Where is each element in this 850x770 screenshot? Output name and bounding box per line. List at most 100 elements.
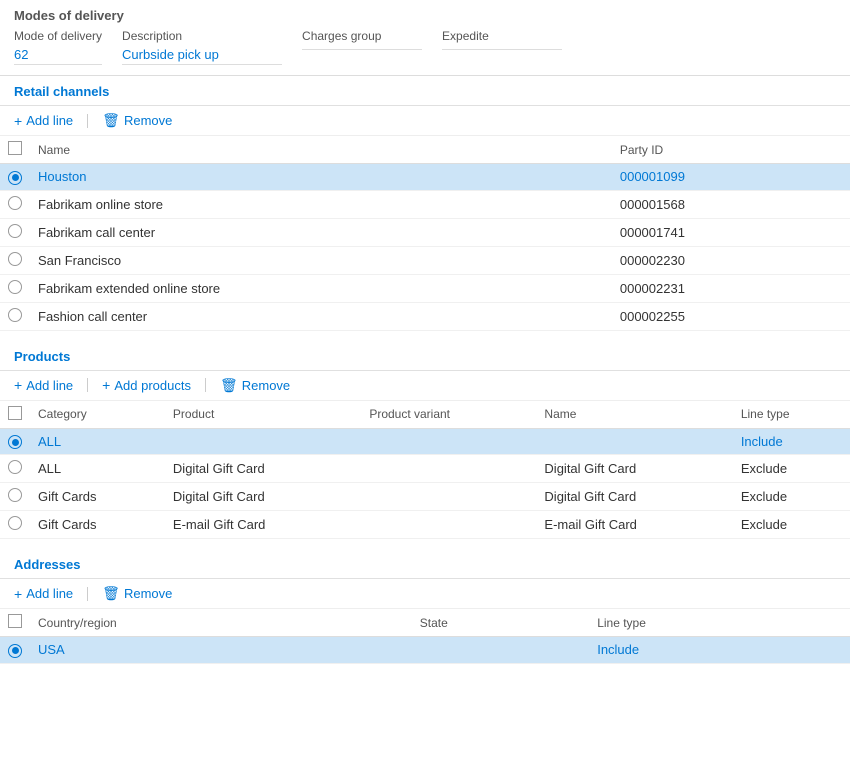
- row-name: Digital Gift Card: [536, 483, 732, 511]
- row-radio[interactable]: [8, 308, 22, 322]
- row-name: Digital Gift Card: [536, 455, 732, 483]
- row-product: E-mail Gift Card: [165, 511, 361, 539]
- row-linetype: Exclude: [733, 455, 850, 483]
- row-radio-cell: [0, 428, 30, 455]
- retail-channels-remove-button[interactable]: 🗑 Remove: [102, 112, 172, 129]
- row-radio[interactable]: [8, 488, 22, 502]
- row-radio[interactable]: [8, 435, 22, 449]
- table-row[interactable]: Houston 000001099: [0, 164, 850, 191]
- addresses-remove-button[interactable]: 🗑 Remove: [102, 585, 172, 602]
- addresses-add-line-button[interactable]: + Add line: [14, 586, 73, 602]
- products-add-line-button[interactable]: + Add line: [14, 377, 73, 393]
- row-product: Digital Gift Card: [165, 483, 361, 511]
- row-name: Fashion call center: [30, 302, 612, 330]
- products-col-select-header: [0, 401, 30, 429]
- row-variant: [361, 428, 536, 455]
- row-radio-cell: [0, 190, 30, 218]
- products-col-product: Product: [165, 401, 361, 429]
- row-party-id: 000002230: [612, 246, 850, 274]
- table-row[interactable]: Fabrikam online store 000001568: [0, 190, 850, 218]
- select-all-checkbox[interactable]: [8, 141, 22, 155]
- row-radio[interactable]: [8, 252, 22, 266]
- table-row[interactable]: San Francisco 000002230: [0, 246, 850, 274]
- retail-channels-toolbar: + Add line 🗑 Remove: [0, 106, 850, 136]
- retail-channels-add-line-button[interactable]: + Add line: [14, 113, 73, 129]
- row-radio[interactable]: [8, 516, 22, 530]
- modes-of-delivery-fields: Mode of delivery 62 Description Curbside…: [14, 29, 836, 65]
- table-row[interactable]: Fashion call center 000002255: [0, 302, 850, 330]
- table-row[interactable]: Fabrikam extended online store 000002231: [0, 274, 850, 302]
- plus-icon-add-products: +: [102, 377, 110, 393]
- products-col-category: Category: [30, 401, 165, 429]
- remove-label-products: Remove: [242, 378, 290, 393]
- col-name-header: Name: [30, 136, 612, 164]
- addresses-empty-space: [0, 664, 850, 724]
- toolbar-separator: [87, 114, 88, 128]
- row-party-id: 000001741: [612, 218, 850, 246]
- plus-icon-products: +: [14, 377, 22, 393]
- products-remove-button[interactable]: 🗑 Remove: [220, 377, 290, 394]
- description-value[interactable]: Curbside pick up: [122, 45, 282, 65]
- products-section: Products + Add line + Add products 🗑 Rem…: [0, 341, 850, 540]
- addresses-select-all-checkbox[interactable]: [8, 614, 22, 628]
- addresses-col-state: State: [412, 609, 589, 637]
- row-country: USA: [30, 637, 412, 664]
- row-linetype: Include: [589, 637, 850, 664]
- addresses-col-linetype: Line type: [589, 609, 850, 637]
- row-radio-cell: [0, 274, 30, 302]
- row-product: Digital Gift Card: [165, 455, 361, 483]
- charges-group-value[interactable]: [302, 45, 422, 50]
- col-party-id-header: Party ID: [612, 136, 850, 164]
- row-name: E-mail Gift Card: [536, 511, 732, 539]
- modes-of-delivery-section: Modes of delivery Mode of delivery 62 De…: [0, 0, 850, 76]
- add-products-label: Add products: [114, 378, 191, 393]
- row-party-id: 000001568: [612, 190, 850, 218]
- products-col-name: Name: [536, 401, 732, 429]
- add-line-label: Add line: [26, 113, 73, 128]
- row-name: Fabrikam online store: [30, 190, 612, 218]
- row-radio[interactable]: [8, 280, 22, 294]
- row-variant: [361, 511, 536, 539]
- row-state: [412, 637, 589, 664]
- trash-icon: 🗑: [102, 112, 120, 129]
- mode-of-delivery-value[interactable]: 62: [14, 45, 102, 65]
- row-radio[interactable]: [8, 196, 22, 210]
- row-radio-cell: [0, 302, 30, 330]
- products-table: Category Product Product variant Name Li…: [0, 401, 850, 540]
- modes-of-delivery-title: Modes of delivery: [14, 8, 836, 23]
- table-row[interactable]: Fabrikam call center 000001741: [0, 218, 850, 246]
- products-col-linetype: Line type: [733, 401, 850, 429]
- table-row[interactable]: Gift Cards Digital Gift Card Digital Gif…: [0, 483, 850, 511]
- plus-icon-addresses: +: [14, 586, 22, 602]
- add-line-label-addresses: Add line: [26, 586, 73, 601]
- row-category: Gift Cards: [30, 483, 165, 511]
- row-party-id: 000002231: [612, 274, 850, 302]
- charges-group-label: Charges group: [302, 29, 422, 43]
- table-row[interactable]: ALL Digital Gift Card Digital Gift Card …: [0, 455, 850, 483]
- row-radio[interactable]: [8, 224, 22, 238]
- addresses-title: Addresses: [0, 549, 850, 579]
- trash-icon-addresses: 🗑: [102, 585, 120, 602]
- table-row[interactable]: ALL Include: [0, 428, 850, 455]
- row-name: [536, 428, 732, 455]
- row-variant: [361, 483, 536, 511]
- row-radio-cell: [0, 511, 30, 539]
- row-radio-cell: [0, 637, 30, 664]
- row-category: Gift Cards: [30, 511, 165, 539]
- row-radio-cell: [0, 483, 30, 511]
- row-radio[interactable]: [8, 171, 22, 185]
- row-name: Fabrikam call center: [30, 218, 612, 246]
- addresses-table: Country/region State Line type USA Inclu…: [0, 609, 850, 664]
- row-radio-cell: [0, 246, 30, 274]
- table-row[interactable]: USA Include: [0, 637, 850, 664]
- expedite-value[interactable]: [442, 45, 562, 50]
- remove-label: Remove: [124, 113, 172, 128]
- row-radio[interactable]: [8, 644, 22, 658]
- table-row[interactable]: Gift Cards E-mail Gift Card E-mail Gift …: [0, 511, 850, 539]
- expedite-label: Expedite: [442, 29, 562, 43]
- row-category: ALL: [30, 455, 165, 483]
- retail-channels-title: Retail channels: [0, 76, 850, 106]
- row-radio[interactable]: [8, 460, 22, 474]
- products-select-all-checkbox[interactable]: [8, 406, 22, 420]
- products-add-products-button[interactable]: + Add products: [102, 377, 191, 393]
